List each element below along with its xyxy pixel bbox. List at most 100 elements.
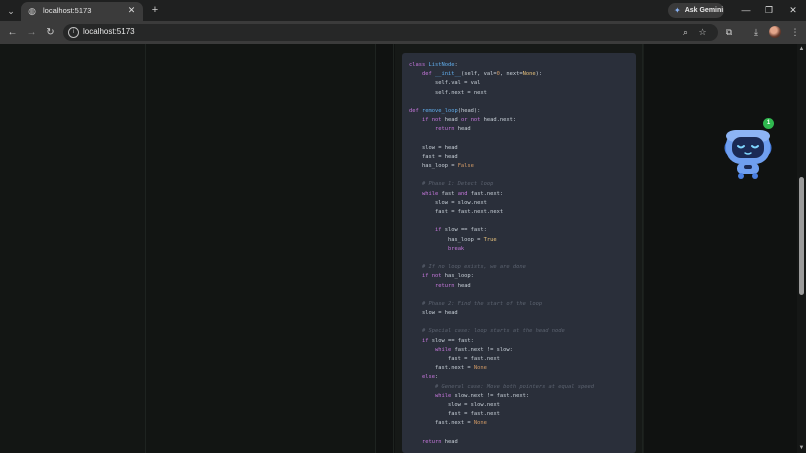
arrow-left-icon: ← — [7, 27, 18, 38]
code-token: fast.next: — [467, 190, 504, 197]
reload-button[interactable]: ↻ — [43, 25, 58, 40]
extensions-button[interactable]: ⧉ — [723, 26, 735, 38]
scroll-thumb[interactable] — [799, 177, 804, 295]
code-token: and — [457, 190, 468, 197]
code-token: None — [473, 365, 487, 372]
code-token: return — [434, 282, 455, 289]
code-token: self.next = next — [409, 89, 487, 96]
code-token: fast.next != slow: — [451, 346, 513, 353]
code-token: slow.next != fast.next: — [451, 392, 530, 399]
new-tab-button[interactable]: + — [148, 3, 162, 17]
tab-title: localhost:5173 — [43, 6, 92, 15]
minimize-button[interactable]: — — [739, 3, 753, 17]
code-token: head.next: — [480, 117, 517, 124]
code-token: (head): — [457, 107, 481, 114]
code-line: slow = slow.next — [409, 199, 636, 208]
code-line: return head — [409, 125, 636, 134]
code-line: has_loop = False — [409, 162, 636, 171]
ask-gemini-button[interactable]: ✦ Ask Gemini — [668, 3, 724, 18]
code-token: slow == fast: — [428, 337, 474, 344]
code-token: if not — [421, 117, 442, 124]
code-line: else: — [409, 373, 636, 382]
code-token: (self, val= — [460, 71, 497, 78]
code-token: fast = fast.next.next — [409, 209, 504, 215]
tab-strip: ⌄ ◍ localhost:5173 ✕ + ✦ Ask Gemini — ❐ … — [0, 0, 806, 21]
code-token: fast = fast.next — [409, 411, 500, 418]
code-token: has_loop = — [409, 236, 484, 243]
code-token: slow == fast: — [441, 227, 487, 234]
code-token: : — [434, 374, 439, 381]
code-token: fast.next = — [409, 365, 474, 372]
star-icon[interactable]: ☆ — [697, 27, 708, 38]
code-token: # Phase 1: Detect loop — [421, 181, 494, 188]
assistant-mascot[interactable]: 1 — [722, 118, 778, 182]
browser-toolbar: ← → ↻ i localhost:5173 ⌕ ☆ ⧉ ⤓ ⋮ — [0, 21, 806, 44]
code-token: False — [457, 163, 474, 170]
code-token: ): — [535, 71, 543, 78]
code-token: ListNode — [428, 62, 455, 68]
active-tab[interactable]: ◍ localhost:5173 ✕ — [21, 2, 143, 21]
scroll-up-icon[interactable]: ▲ — [797, 45, 806, 53]
browser-menu-button[interactable]: ⋮ — [789, 26, 801, 38]
code-line: # General case: Move both pointers at eq… — [409, 383, 636, 392]
close-window-button[interactable]: ✕ — [786, 3, 800, 17]
code-token: def — [421, 71, 432, 78]
code-line: slow = head — [409, 144, 636, 153]
code-line: # Phase 1: Detect loop — [409, 180, 636, 189]
zoom-icon[interactable]: ⌕ — [680, 27, 691, 38]
code-token: remove_loop — [422, 107, 458, 114]
code-token: fast — [438, 190, 458, 197]
middle-panel — [146, 44, 376, 453]
site-info-icon[interactable]: i — [68, 27, 79, 38]
ask-gemini-label: Ask Gemini — [684, 7, 724, 14]
chevron-down-icon: ⌄ — [7, 5, 15, 16]
code-token: self.val = val — [409, 80, 481, 87]
code-line: return head — [409, 282, 636, 291]
back-button[interactable]: ← — [5, 25, 20, 40]
profile-avatar[interactable] — [769, 26, 781, 38]
page-scrollbar[interactable]: ▲ ▼ — [797, 44, 806, 453]
notification-badge: 1 — [763, 118, 774, 129]
close-icon: ✕ — [789, 5, 797, 15]
code-token: if not — [421, 273, 442, 280]
code-line: fast.next = None — [409, 364, 636, 373]
tab-close-button[interactable]: ✕ — [126, 5, 137, 16]
globe-icon: ◍ — [28, 6, 36, 16]
scroll-down-icon[interactable]: ▼ — [797, 444, 806, 452]
forward-button[interactable]: → — [24, 25, 39, 40]
code-token: while — [421, 190, 439, 197]
code-token: None — [522, 71, 536, 78]
right-panel — [643, 44, 796, 453]
address-bar[interactable]: i localhost:5173 ⌕ ☆ — [63, 24, 718, 41]
downloads-button[interactable]: ⤓ — [750, 26, 762, 38]
code-token: , next= — [499, 71, 523, 78]
code-line: fast = head — [409, 153, 636, 162]
code-line: if not head or not head.next: — [409, 116, 636, 125]
code-token: return — [421, 438, 442, 445]
code-token: class — [409, 62, 426, 68]
code-line: # Phase 2: Find the start of the loop — [409, 300, 636, 309]
code-token: or not — [460, 117, 481, 124]
code-line: has_loop = True — [409, 236, 636, 245]
code-token: None — [473, 420, 487, 427]
url-text[interactable]: localhost:5173 — [83, 27, 135, 36]
tab-search-button[interactable]: ⌄ — [3, 3, 19, 19]
restore-button[interactable]: ❐ — [762, 3, 776, 17]
code-line: while slow.next != fast.next: — [409, 392, 636, 401]
code-line: fast = fast.next — [409, 355, 636, 364]
close-icon: ✕ — [127, 5, 136, 15]
code-line: if not has_loop: — [409, 272, 636, 281]
code-token: has_loop = — [409, 163, 458, 170]
